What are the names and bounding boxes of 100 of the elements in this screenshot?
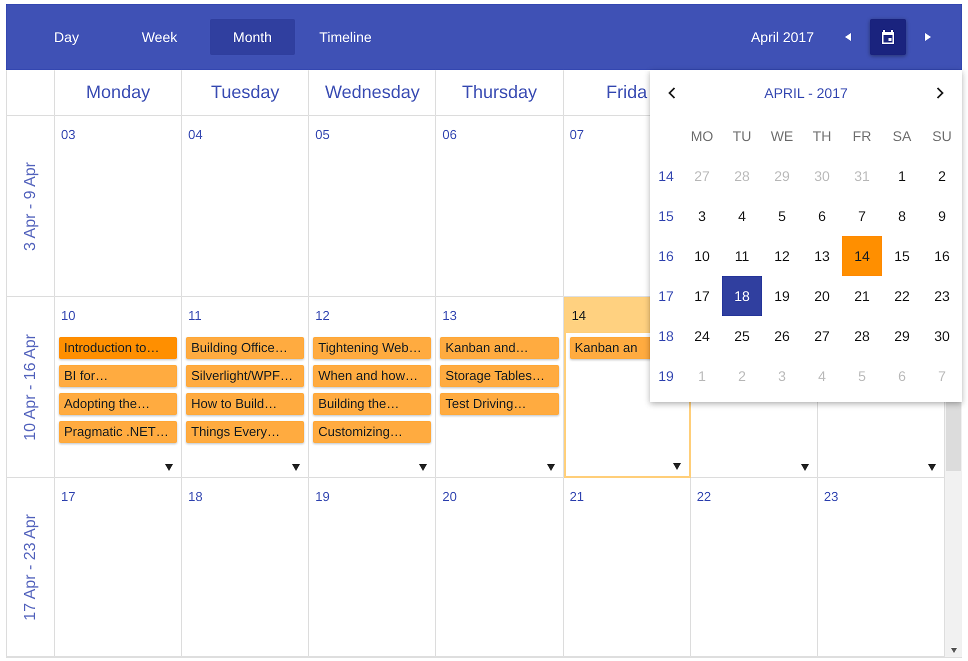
picker-day[interactable]: 27 [802, 316, 842, 356]
picker-day[interactable]: 16 [922, 236, 962, 276]
caret-icon[interactable] [928, 464, 936, 471]
day-number: 17 [61, 488, 76, 504]
event-chip[interactable]: When and how… [313, 365, 432, 387]
date-picker-button[interactable] [870, 19, 906, 55]
event-chip[interactable]: Customizing… [313, 421, 432, 443]
picker-day[interactable]: 2 [922, 156, 962, 196]
weekday-label: TU [732, 128, 752, 144]
day-cell[interactable]: 20 [436, 478, 564, 657]
day-cell[interactable]: 21 [564, 478, 691, 657]
day-cell[interactable]: 22 [690, 478, 818, 657]
weekday-label: MO [690, 128, 714, 144]
caret-icon[interactable] [672, 463, 681, 470]
weekday-header: Wednesday [324, 82, 420, 103]
caret-icon[interactable] [419, 464, 428, 471]
week-number: 15 [657, 208, 675, 224]
event-chip[interactable]: Things Every… [186, 421, 304, 443]
day-cell[interactable]: 11 Building Office… Silverlight/WPF… How to Build… Things Every… [182, 297, 310, 478]
picker-day[interactable]: 8 [882, 196, 922, 236]
week-number: 14 [657, 168, 675, 184]
picker-day[interactable]: 6 [802, 196, 842, 236]
weekday-header: Monday [86, 82, 150, 103]
event-chip[interactable]: Tightening Web… [313, 337, 432, 359]
chevron-left-icon [668, 87, 676, 99]
chevron-right-icon [936, 87, 944, 99]
view-tab[interactable]: Day [24, 19, 109, 55]
day-number: 06 [442, 126, 457, 142]
view-tab[interactable]: Week [117, 19, 202, 55]
weekday-label: TH [812, 128, 832, 144]
calendar-icon [880, 29, 896, 45]
week-range-label: 3 Apr - 9 Apr [22, 162, 40, 250]
day-cell[interactable]: 19 [309, 478, 436, 657]
picker-day[interactable]: 11 [722, 236, 762, 276]
day-cell[interactable]: 03 [55, 116, 182, 297]
event-chip[interactable]: Kanban and… [440, 337, 559, 359]
event-chip[interactable]: Building Office… [186, 337, 304, 359]
day-number: 19 [315, 488, 330, 504]
picker-day[interactable]: 1 [882, 156, 922, 196]
picker-day[interactable]: 22 [882, 276, 922, 316]
picker-day[interactable]: 9 [922, 196, 962, 236]
day-number: 20 [442, 488, 457, 504]
day-cell[interactable]: 12 Tightening Web… When and how… Building the… Customizing… [309, 297, 436, 478]
event-chip[interactable]: Adopting the… [59, 393, 178, 415]
picker-day[interactable]: 30 [922, 316, 962, 356]
event-chip[interactable]: Building the… [313, 393, 432, 415]
caret-icon[interactable] [546, 464, 555, 471]
picker-day[interactable]: 12 [762, 236, 802, 276]
caret-icon[interactable] [165, 464, 174, 471]
day-cell[interactable]: 05 [309, 116, 436, 297]
weekday-label: SA [892, 128, 912, 144]
picker-day[interactable]: 7 [842, 196, 882, 236]
month-year-title: APRIL - 2017 [764, 85, 848, 101]
day-number: 18 [188, 488, 203, 504]
day-number: 13 [442, 308, 457, 322]
picker-day[interactable]: 13 [802, 236, 842, 276]
picker-day[interactable]: 4 [722, 196, 762, 236]
picker-day[interactable]: 18 [722, 276, 762, 316]
day-cell[interactable]: 18 [182, 478, 310, 657]
day-cell[interactable]: 10 Introduction to… BI for… Adopting the… Pragmatic .NET… [55, 297, 182, 478]
event-chip[interactable]: Storage Tables… [440, 365, 559, 387]
event-chip[interactable]: Introduction to… [59, 337, 178, 359]
day-cell[interactable]: 23 [818, 478, 945, 657]
current-date-label: April 2017 [750, 29, 814, 45]
day-cell[interactable]: 06 [436, 116, 564, 297]
picker-day[interactable]: 15 [882, 236, 922, 276]
picker-day[interactable]: 21 [842, 276, 882, 316]
view-tab[interactable]: Timeline [303, 19, 388, 55]
picker-day[interactable]: 20 [802, 276, 842, 316]
event-chip[interactable]: BI for… [59, 365, 178, 387]
day-number: 07 [570, 126, 584, 142]
weekday-label: WE [770, 128, 794, 144]
caret-icon[interactable] [800, 464, 809, 471]
triangle-left-icon [845, 33, 851, 41]
weekday-header: Thursday [462, 82, 538, 103]
picker-day[interactable]: 5 [762, 196, 802, 236]
event-chip[interactable]: How to Build… [186, 393, 304, 415]
picker-day[interactable]: 19 [762, 276, 802, 316]
event-chip[interactable]: Test Driving… [440, 393, 559, 415]
weekday-header: Frida [606, 82, 648, 103]
picker-day[interactable]: 25 [722, 316, 762, 356]
picker-day[interactable]: 28 [842, 316, 882, 356]
picker-day[interactable]: 29 [882, 316, 922, 356]
week-range-label: 10 Apr - 16 Apr [22, 334, 40, 440]
picker-day[interactable]: 23 [922, 276, 962, 316]
day-number: 11 [188, 308, 202, 322]
day-number: 21 [570, 488, 584, 504]
day-cell[interactable]: 13 Kanban and… Storage Tables… Test Driving… [436, 297, 564, 478]
day-number: 10 [61, 308, 76, 322]
day-cell[interactable]: 17 [55, 478, 182, 657]
view-tab[interactable]: Month [210, 19, 295, 55]
day-cell[interactable]: 04 [182, 116, 310, 297]
picker-day[interactable]: 14 [842, 236, 882, 276]
event-chip[interactable]: Pragmatic .NET… [59, 421, 178, 443]
event-chip[interactable]: Silverlight/WPF… [186, 365, 304, 387]
day-number: 22 [696, 488, 712, 504]
day-number: 04 [188, 126, 203, 142]
triangle-right-icon [925, 33, 931, 41]
caret-icon[interactable] [292, 464, 300, 471]
picker-day[interactable]: 26 [762, 316, 802, 356]
